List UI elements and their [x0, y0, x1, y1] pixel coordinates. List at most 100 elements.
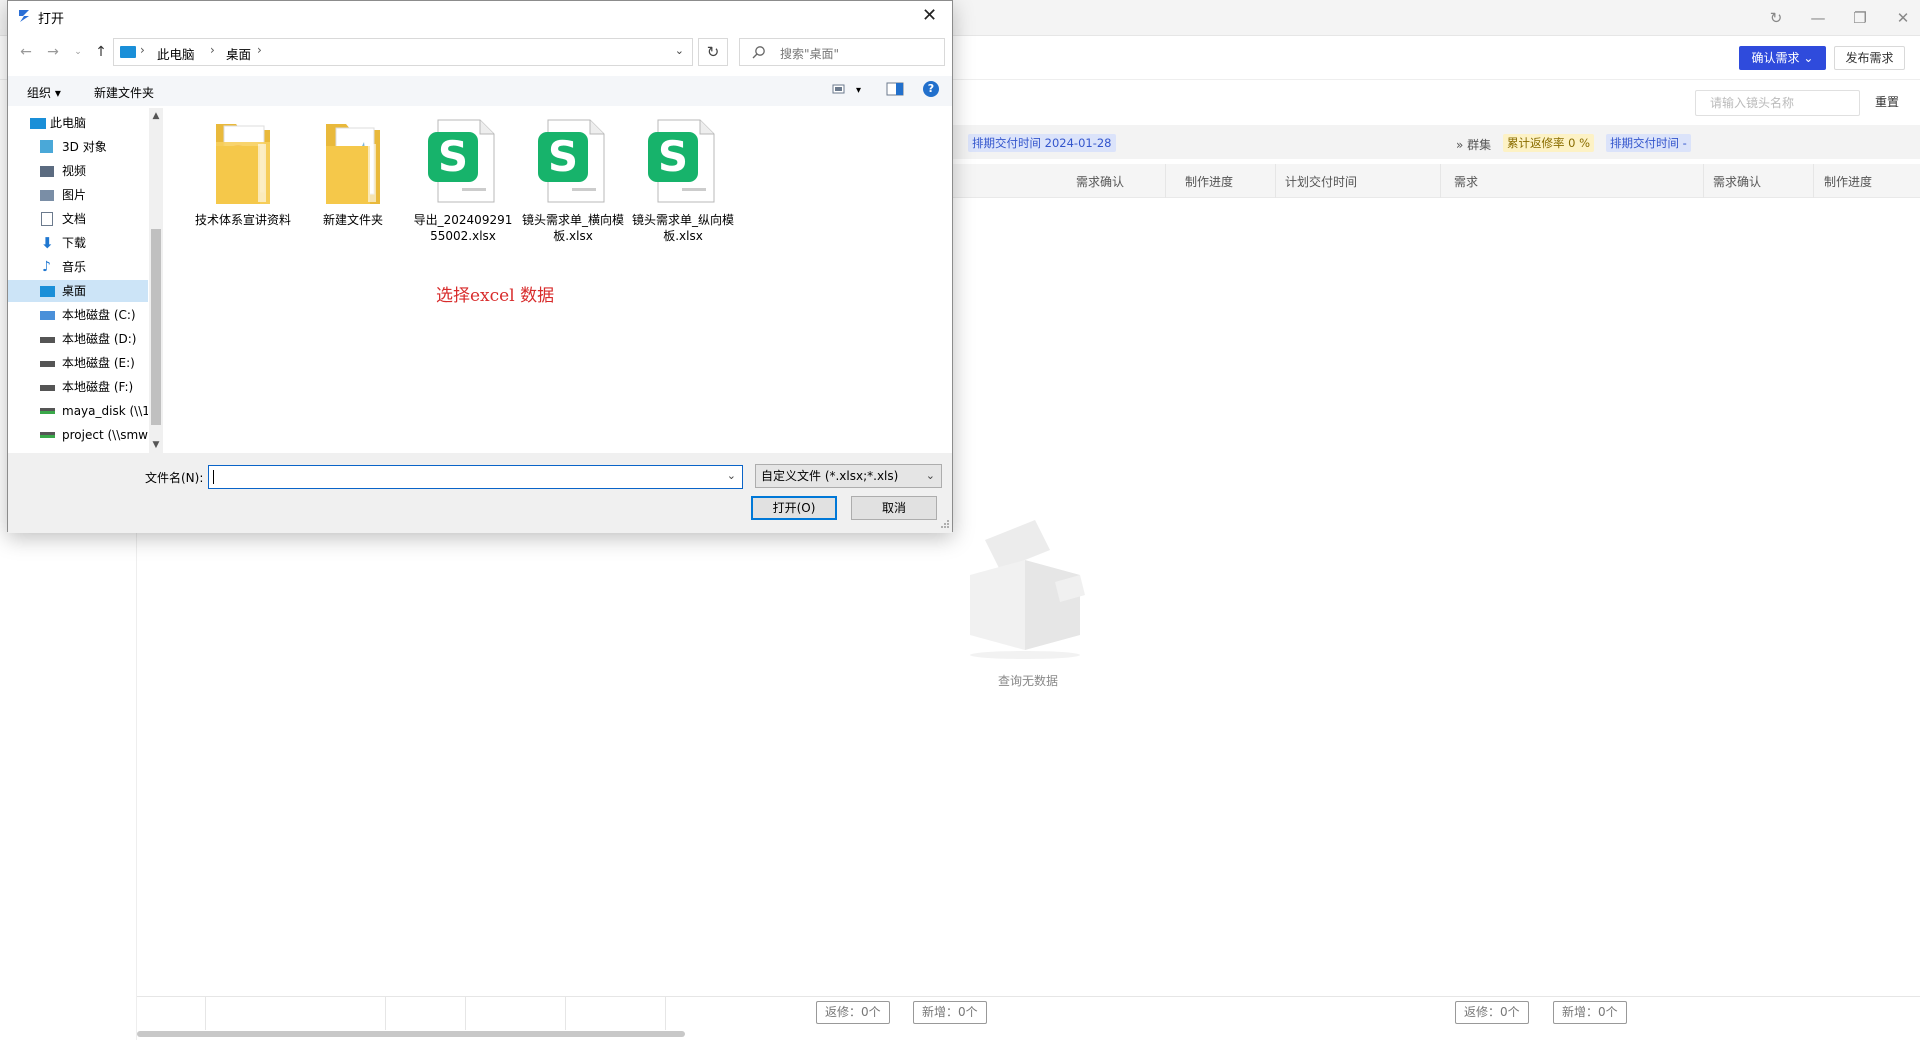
dialog-title: 打开 — [38, 12, 65, 27]
column-header: 需求确认 — [1713, 175, 1762, 189]
breadcrumb-separator: › — [257, 43, 262, 57]
computer-icon — [120, 46, 136, 58]
nav-item-drive-e[interactable]: 本地磁盘 (E:) — [8, 352, 148, 374]
resize-grip-icon[interactable] — [940, 519, 950, 529]
nav-item-project[interactable]: project (\\smw — [8, 424, 148, 446]
text-caret — [213, 470, 214, 484]
documents-icon — [41, 212, 53, 226]
desktop-icon — [40, 286, 55, 297]
column-header: 需求确认 — [1076, 175, 1125, 189]
minimize-icon[interactable]: — — [1808, 8, 1828, 28]
dialog-titlebar: 打开 ✕ — [8, 1, 952, 31]
nav-item-drive-c[interactable]: 本地磁盘 (C:) — [8, 304, 148, 326]
filename-input[interactable]: ⌄ — [208, 465, 743, 489]
rework-count-right: 返修：0个 — [1455, 1001, 1529, 1024]
horizontal-scrollbar[interactable] — [137, 1031, 685, 1037]
publish-requirement-button[interactable]: 发布需求 — [1834, 46, 1905, 70]
file-name: 镜头需求单_横向模板.xlsx — [521, 213, 624, 243]
nav-item-desktop[interactable]: 桌面 — [8, 280, 148, 302]
nav-item-videos[interactable]: 视频 — [8, 160, 148, 182]
nav-item-this-pc[interactable]: 此电脑 — [8, 112, 148, 134]
drive-icon — [40, 361, 55, 367]
empty-box-icon — [970, 520, 1085, 659]
nav-scrollbar-thumb[interactable] — [151, 229, 161, 425]
download-icon: ⬇ — [41, 234, 54, 252]
refresh-icon: ↻ — [706, 43, 720, 61]
column-divider — [1813, 164, 1814, 198]
forward-icon[interactable]: → — [43, 42, 63, 62]
change-view-icon[interactable] — [832, 82, 848, 96]
close-icon[interactable]: ✕ — [907, 1, 952, 31]
refresh-icon[interactable]: ↻ — [1766, 8, 1786, 28]
nav-item-3d-objects[interactable]: 3D 对象 — [8, 136, 148, 158]
column-divider — [1275, 164, 1276, 198]
svg-text:S: S — [548, 132, 578, 181]
svg-text:S: S — [658, 132, 688, 181]
nav-item-downloads[interactable]: ⬇ 下载 — [8, 232, 148, 254]
nav-item-music[interactable]: ♪ 音乐 — [8, 256, 148, 278]
network-drive-icon — [40, 408, 55, 414]
file-item-xlsx[interactable]: S 镜头需求单_横向模板.xlsx — [521, 116, 625, 243]
rework-count-left: 返修：0个 — [816, 1001, 890, 1024]
confirm-requirement-button[interactable]: 确认需求 ⌄ — [1739, 46, 1826, 70]
file-name: 新建文件夹 — [322, 213, 383, 227]
restore-icon[interactable]: ❐ — [1850, 8, 1870, 28]
preview-pane-icon[interactable] — [886, 82, 904, 96]
group-label[interactable]: » 群集 — [1456, 136, 1491, 153]
search-input[interactable]: 搜索"桌面" — [739, 38, 945, 66]
footer-divider — [565, 996, 566, 1030]
file-item-folder[interactable]: 新建文件夹 — [301, 116, 405, 227]
network-drive-icon — [40, 432, 55, 438]
3d-objects-icon — [40, 140, 53, 153]
up-icon[interactable]: ↑ — [91, 42, 111, 62]
file-item-xlsx[interactable]: S 镜头需求单_纵向模板.xlsx — [631, 116, 735, 243]
filename-dropdown-icon[interactable]: ⌄ — [727, 469, 736, 482]
nav-item-maya-disk[interactable]: maya_disk (\\1 — [8, 400, 148, 422]
organize-menu[interactable]: 组织 ▾ — [27, 84, 61, 101]
new-count-left: 新增：0个 — [913, 1001, 987, 1024]
nav-item-documents[interactable]: 文档 — [8, 208, 148, 230]
open-file-dialog: 打开 ✕ ← → ⌄ ↑ › 此电脑 › 桌面 › ⌄ ↻ 搜索"桌面" 组织 … — [7, 0, 953, 533]
nav-item-drive-f[interactable]: 本地磁盘 (F:) — [8, 376, 148, 398]
refresh-button[interactable]: ↻ — [698, 38, 728, 66]
help-icon[interactable]: ? — [923, 81, 939, 97]
close-app-icon[interactable]: ✕ — [1893, 8, 1913, 28]
back-icon[interactable]: ← — [16, 42, 36, 62]
view-options-dropdown-icon[interactable]: ▾ — [856, 85, 861, 96]
open-button[interactable]: 打开(O) — [751, 496, 837, 520]
video-icon — [40, 166, 54, 177]
new-folder-button[interactable]: 新建文件夹 — [94, 84, 154, 101]
column-header: 制作进度 — [1185, 175, 1234, 189]
chevron-down-icon: ⌄ — [925, 469, 935, 482]
column-divider — [1703, 164, 1704, 198]
search-placeholder: 搜索"桌面" — [780, 47, 840, 61]
recent-locations-icon[interactable]: ⌄ — [68, 42, 88, 62]
breadcrumb-separator: › — [140, 43, 145, 57]
breadcrumb-this-pc[interactable]: 此电脑 — [157, 44, 195, 63]
drive-icon — [40, 337, 55, 343]
breadcrumb-desktop[interactable]: 桌面 — [226, 44, 251, 63]
app-logo-icon — [19, 10, 29, 22]
rework-rate-tag: 累计返修率 0 % — [1503, 134, 1595, 152]
address-dropdown-icon[interactable]: ⌄ — [675, 44, 684, 57]
new-count-right: 新增：0个 — [1553, 1001, 1627, 1024]
navigation-pane: 此电脑 3D 对象 视频 图片 文档 ⬇ 下载 ♪ 音乐 桌面 本地磁盘 (C:… — [8, 108, 163, 453]
folder-icon — [326, 124, 380, 204]
scroll-down-icon[interactable]: ▼ — [149, 438, 163, 452]
search-icon — [752, 46, 765, 59]
column-divider — [1440, 164, 1441, 198]
file-item-xlsx[interactable]: S 导出_20240929155002.xlsx — [411, 116, 515, 243]
spreadsheet-file-icon: S — [538, 119, 605, 203]
file-name: 导出_20240929155002.xlsx — [413, 213, 513, 243]
table-footer — [137, 996, 1920, 1030]
reset-button[interactable]: 重置 — [1875, 93, 1899, 110]
nav-item-drive-d[interactable]: 本地磁盘 (D:) — [8, 328, 148, 350]
shot-search-input[interactable]: 请输入镜头名称 — [1695, 90, 1860, 116]
scroll-up-icon[interactable]: ▲ — [149, 109, 163, 123]
nav-item-pictures[interactable]: 图片 — [8, 184, 148, 206]
address-bar[interactable]: › 此电脑 › 桌面 › ⌄ — [113, 38, 693, 66]
cancel-button[interactable]: 取消 — [851, 496, 937, 520]
file-item-folder[interactable]: 技术体系宣讲资料 — [191, 116, 295, 227]
file-type-select[interactable]: 自定义文件 (*.xlsx;*.xls) ⌄ — [755, 464, 942, 488]
drive-c-icon — [40, 311, 55, 320]
